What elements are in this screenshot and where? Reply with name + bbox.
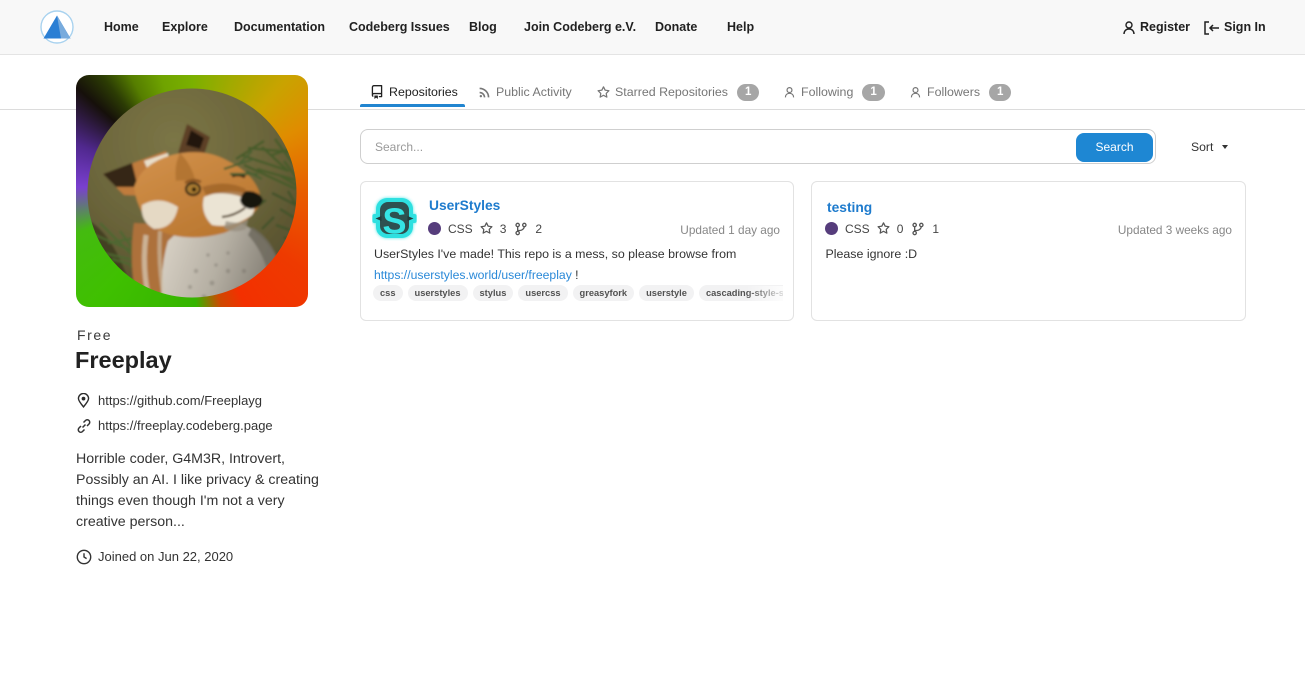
svg-text:S: S <box>382 201 406 242</box>
